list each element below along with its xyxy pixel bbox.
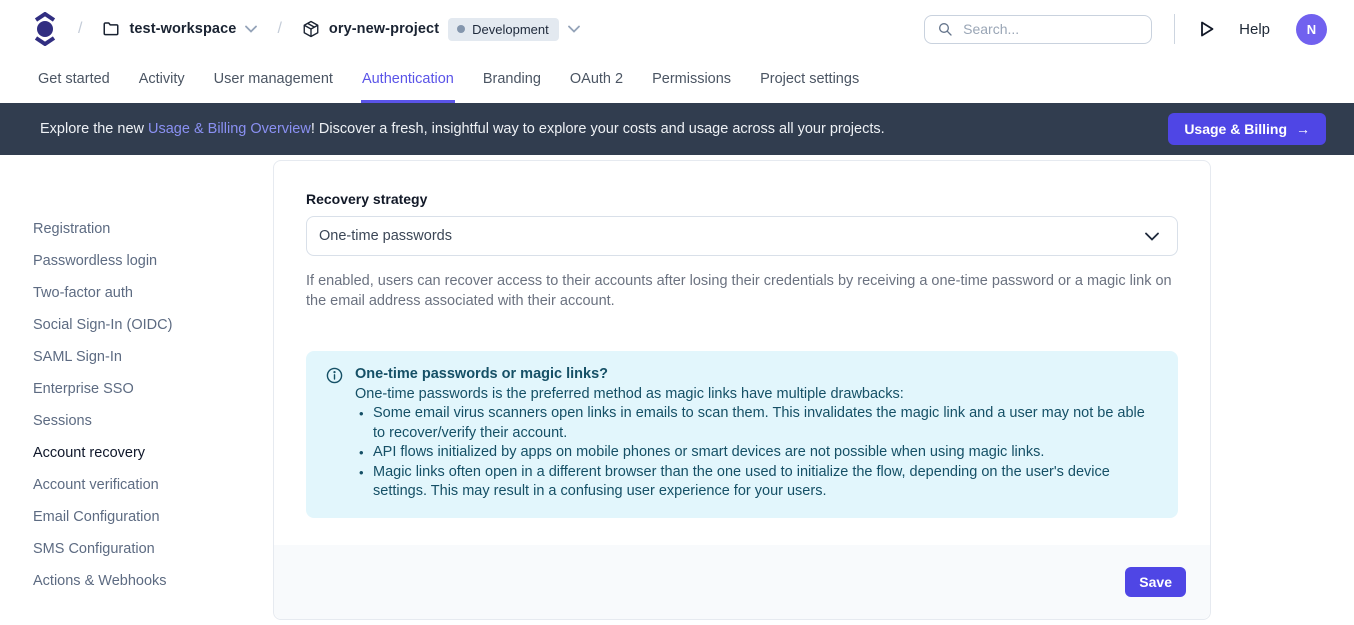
sidebar-item-two-factor-auth[interactable]: Two-factor auth — [0, 277, 273, 309]
ory-logo-icon[interactable] — [32, 12, 58, 46]
project-breadcrumb[interactable]: ory-new-project Development — [302, 18, 580, 41]
chevron-down-icon — [245, 25, 257, 33]
package-icon — [302, 20, 320, 38]
search-input[interactable] — [963, 21, 1139, 37]
workspace-breadcrumb[interactable]: test-workspace — [102, 20, 257, 38]
sidebar-item-account-verification[interactable]: Account verification — [0, 469, 273, 501]
account-recovery-card: Recovery strategy One-time passwords If … — [273, 160, 1211, 620]
sidebar-item-sms-configuration[interactable]: SMS Configuration — [0, 533, 273, 565]
tab-authentication[interactable]: Authentication — [361, 58, 455, 103]
workspace-name: test-workspace — [129, 21, 236, 37]
folder-icon — [102, 20, 120, 38]
environment-dot-icon — [457, 25, 465, 33]
authentication-sidebar: Registration Passwordless login Two-fact… — [0, 213, 273, 597]
tab-permissions[interactable]: Permissions — [651, 58, 732, 103]
callout-bullet: Some email virus scanners open links in … — [359, 404, 1158, 443]
otp-magic-links-callout: One-time passwords or magic links? One-t… — [306, 351, 1178, 518]
arrow-right-icon: → — [1296, 121, 1310, 137]
play-button[interactable] — [1195, 16, 1219, 42]
user-avatar[interactable]: N — [1296, 14, 1327, 45]
banner-text-suffix: ! Discover a fresh, insightful way to ex… — [311, 121, 885, 137]
info-icon — [326, 365, 343, 502]
breadcrumb-separator: / — [72, 20, 88, 38]
usage-billing-banner: Explore the new Usage & Billing Overview… — [0, 103, 1354, 155]
recovery-strategy-description: If enabled, users can recover access to … — [306, 271, 1178, 311]
sidebar-item-account-recovery[interactable]: Account recovery — [0, 437, 273, 469]
card-content: Recovery strategy One-time passwords If … — [274, 161, 1210, 518]
usage-billing-button[interactable]: Usage & Billing → — [1168, 113, 1326, 145]
help-link[interactable]: Help — [1233, 21, 1276, 38]
recovery-strategy-label: Recovery strategy — [306, 191, 1178, 207]
tab-oauth2[interactable]: OAuth 2 — [569, 58, 624, 103]
tab-get-started[interactable]: Get started — [37, 58, 111, 103]
tab-user-management[interactable]: User management — [213, 58, 334, 103]
top-bar: / test-workspace / ory-new-project D — [0, 0, 1354, 58]
card-footer: Save — [274, 545, 1210, 619]
sidebar-item-sessions[interactable]: Sessions — [0, 405, 273, 437]
usage-billing-button-label: Usage & Billing — [1184, 121, 1287, 137]
environment-badge: Development — [448, 18, 559, 41]
chevron-down-icon — [568, 25, 580, 33]
ory-console-page: / test-workspace / ory-new-project D — [0, 0, 1354, 625]
sidebar-item-enterprise-sso[interactable]: Enterprise SSO — [0, 373, 273, 405]
sidebar-item-passwordless-login[interactable]: Passwordless login — [0, 245, 273, 277]
environment-label: Development — [472, 22, 549, 37]
tab-branding[interactable]: Branding — [482, 58, 542, 103]
tab-activity[interactable]: Activity — [138, 58, 186, 103]
project-name: ory-new-project — [329, 21, 439, 37]
callout-bullet: API flows initialized by apps on mobile … — [359, 443, 1158, 463]
callout-body: One-time passwords or magic links? One-t… — [355, 365, 1158, 502]
sidebar-item-registration[interactable]: Registration — [0, 213, 273, 245]
recovery-strategy-value: One-time passwords — [319, 228, 452, 244]
sidebar-item-social-sign-in[interactable]: Social Sign-In (OIDC) — [0, 309, 273, 341]
recovery-strategy-select[interactable]: One-time passwords — [306, 216, 1178, 256]
chevron-down-icon — [1145, 232, 1159, 241]
sidebar-item-actions-webhooks[interactable]: Actions & Webhooks — [0, 565, 273, 597]
callout-intro: One-time passwords is the preferred meth… — [355, 385, 1158, 405]
callout-title: One-time passwords or magic links? — [355, 365, 1158, 385]
banner-text-prefix: Explore the new — [40, 121, 148, 137]
tab-project-settings[interactable]: Project settings — [759, 58, 860, 103]
project-nav-tabs: Get started Activity User management Aut… — [0, 58, 1354, 103]
search-icon — [937, 21, 953, 37]
usage-billing-overview-link[interactable]: Usage & Billing Overview — [148, 121, 311, 137]
callout-bullet-list: Some email virus scanners open links in … — [355, 404, 1158, 502]
sidebar-item-email-configuration[interactable]: Email Configuration — [0, 501, 273, 533]
breadcrumb-separator: / — [271, 20, 287, 38]
topbar-divider — [1174, 14, 1175, 44]
save-button[interactable]: Save — [1125, 567, 1186, 597]
sidebar-item-saml-sign-in[interactable]: SAML Sign-In — [0, 341, 273, 373]
callout-bullet: Magic links often open in a different br… — [359, 463, 1158, 502]
search-box[interactable] — [924, 15, 1152, 44]
banner-text: Explore the new Usage & Billing Overview… — [40, 121, 885, 137]
